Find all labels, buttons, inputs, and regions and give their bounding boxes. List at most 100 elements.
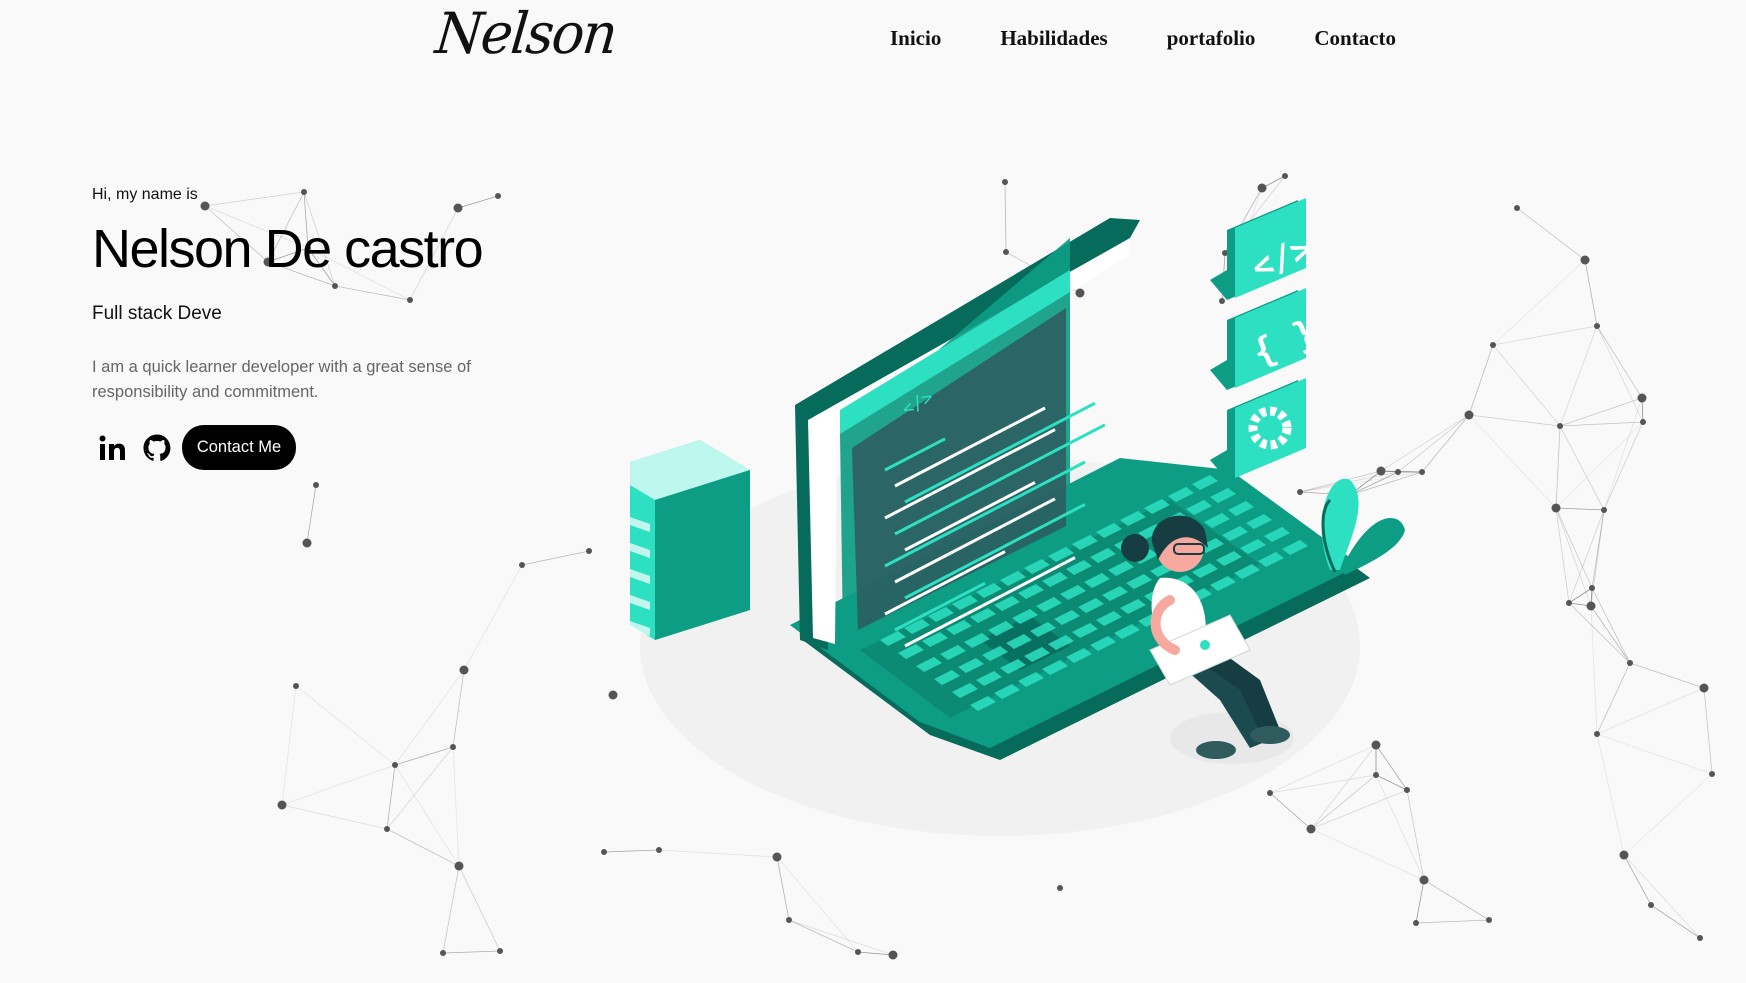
network-edge [603,849,660,853]
hero-name: Nelson De castro [92,219,484,279]
braces-icon: { } [1210,288,1323,390]
network-node [586,548,592,554]
network-edge [1596,733,1713,775]
network-edge [1623,773,1713,856]
network-edge [1623,854,1701,939]
network-edge [658,849,778,858]
network-node [1699,683,1709,693]
network-edge [1555,425,1561,509]
network-edge [1568,587,1593,604]
network-node [786,917,792,923]
greeting-text: Hi, my name is [92,186,198,203]
network-edge [1584,259,1598,327]
network-edge [1596,687,1705,735]
network-edge [1591,587,1631,664]
contact-me-button[interactable]: Contact Me [182,425,296,471]
network-node [772,852,782,862]
network-edge [458,865,501,952]
main-nav: Inicio Habilidades portafolio Contacto [890,26,1396,51]
network-edge [1603,421,1644,511]
network-edge [281,804,388,830]
network-node [1580,255,1590,265]
site-logo[interactable]: Nelson [433,0,619,66]
network-edge [1516,207,1586,261]
network-edge [306,484,317,544]
network-node [1419,875,1429,885]
network-edge [386,746,454,830]
network-node [601,849,607,855]
network-node [384,826,390,832]
network-node [440,950,446,956]
network-node [392,762,398,768]
network-node [1514,205,1520,211]
network-node [1557,423,1563,429]
network-edge [1559,325,1598,427]
network-node [608,690,618,700]
network-node [1627,660,1633,666]
network-node [855,949,861,955]
network-edge [776,856,859,953]
network-edge [788,919,894,956]
network-edge [1568,602,1631,664]
nav-link-habilidades[interactable]: Habilidades [1000,26,1107,51]
network-node [302,538,312,548]
nav-link-contacto[interactable]: Contacto [1314,26,1396,51]
network-node [1594,731,1600,737]
network-edge [394,764,460,867]
network-node [888,950,898,960]
network-node [1057,885,1063,891]
hero-bio: I am a quick learner developer with a gr… [92,358,471,402]
network-node [293,683,299,689]
network-node [1697,935,1703,941]
network-node [1586,601,1596,611]
network-edge [1568,509,1605,604]
network-edge [1492,344,1561,427]
network-edge [1596,325,1644,423]
network-node [1640,419,1646,425]
hero-role: Full stack Deve [92,303,222,325]
network-edge [1468,414,1557,509]
network-edge [1596,662,1631,735]
nav-link-portafolio[interactable]: portafolio [1167,26,1256,51]
network-node [1566,600,1572,606]
network-edge [1590,605,1631,664]
network-edge [1555,507,1605,511]
network-edge [1415,879,1425,924]
server-stack-icon [630,440,750,640]
network-edge [1596,733,1625,856]
network-edge [442,865,460,954]
network-edge [1650,904,1701,939]
network-edge [394,669,465,766]
network-node [454,861,464,871]
nav-link-inicio[interactable]: Inicio [890,26,941,51]
network-edge [386,828,460,867]
linkedin-icon[interactable] [98,433,128,463]
developer-illustration: </> </> { } [630,198,1405,836]
network-edge [452,746,460,867]
hero-actions: Contact Me [98,425,552,471]
network-edge [281,685,297,806]
plant-icon [1321,478,1405,575]
network-node [1486,917,1492,923]
network-edge [776,856,790,921]
network-edge [1559,421,1644,427]
network-node [1490,342,1496,348]
network-edge [1468,344,1494,416]
network-node [519,562,525,568]
hero-section: Hi, my name is Nelson De castro Full sta… [92,186,552,471]
network-node [1551,503,1561,513]
network-node [450,744,456,750]
gear-icon [1210,378,1306,480]
network-edge [1555,421,1644,509]
network-node [1648,902,1654,908]
network-edge [1559,397,1643,427]
network-edge [1415,919,1490,924]
network-edge [452,669,465,748]
network-edge [1492,325,1598,346]
network-edge [281,764,396,806]
network-edge [521,550,590,566]
github-icon[interactable] [142,433,172,463]
network-edge [1603,397,1643,511]
network-edge [1468,414,1561,427]
network-node [497,948,503,954]
